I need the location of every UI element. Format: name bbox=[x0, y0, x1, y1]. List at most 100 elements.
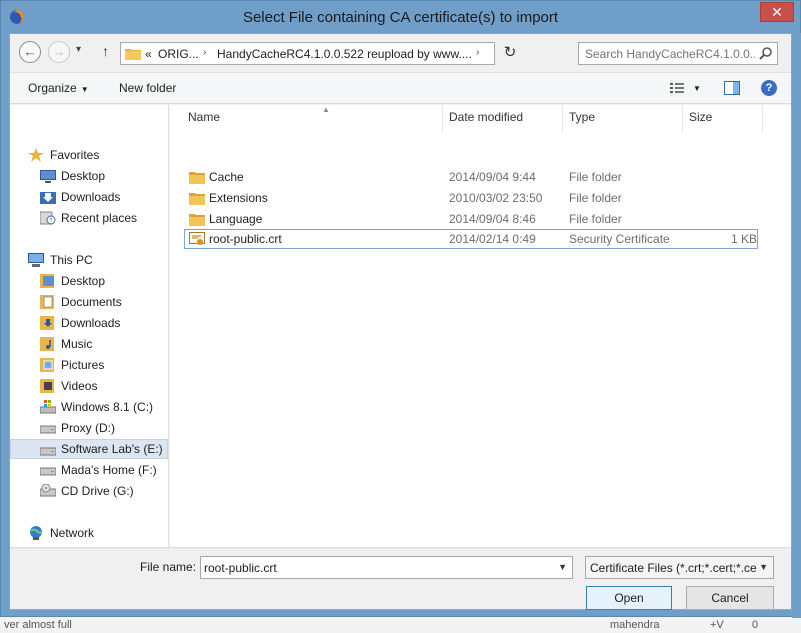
file-name: Language bbox=[209, 212, 263, 226]
close-button[interactable]: ✕ bbox=[760, 2, 794, 22]
sidebar-item-videos[interactable]: Videos bbox=[10, 376, 168, 396]
help-icon[interactable]: ? bbox=[761, 80, 777, 96]
recent-locations-dropdown[interactable]: ▾ bbox=[76, 44, 81, 55]
file-row-extensions[interactable]: Extensions 2010/03/02 23:50 File folder bbox=[184, 188, 758, 208]
certificate-icon bbox=[189, 232, 205, 245]
sidebar-item-drive-g[interactable]: CD Drive (G:) bbox=[10, 481, 168, 501]
filename-input[interactable] bbox=[204, 560, 544, 576]
open-button[interactable]: Open bbox=[586, 586, 672, 610]
sidebar-item-label: This PC bbox=[50, 253, 93, 267]
computer-icon bbox=[28, 253, 44, 267]
window-border bbox=[792, 33, 801, 618]
music-icon bbox=[40, 337, 54, 351]
sidebar-item-pc-downloads[interactable]: Downloads bbox=[10, 313, 168, 333]
folder-icon bbox=[189, 172, 205, 184]
refresh-button[interactable]: ↻ bbox=[499, 43, 521, 65]
column-header-label: Type bbox=[569, 110, 596, 124]
column-header-date[interactable]: Date modified bbox=[443, 105, 563, 131]
command-toolbar: Organize ▼ New folder ▼ ? bbox=[10, 72, 791, 104]
column-header-label: Date modified bbox=[449, 110, 524, 124]
sidebar-item-label: Documents bbox=[61, 295, 122, 309]
file-type: Security Certificate bbox=[569, 232, 670, 246]
address-bar[interactable]: « ORIG... › HandyCacheRC4.1.0.0.522 reup… bbox=[120, 42, 495, 65]
file-row-cache[interactable]: Cache 2014/09/04 9:44 File folder bbox=[184, 167, 758, 187]
sidebar-item-drive-d[interactable]: Proxy (D:) bbox=[10, 418, 168, 438]
file-row-language[interactable]: Language 2014/09/04 8:46 File folder bbox=[184, 209, 758, 229]
star-icon bbox=[28, 148, 44, 162]
sidebar-item-network[interactable]: Network bbox=[10, 523, 168, 543]
folder-icon bbox=[125, 49, 141, 60]
downloads-icon bbox=[40, 192, 56, 204]
breadcrumb-overflow[interactable]: « bbox=[145, 47, 152, 61]
search-box[interactable] bbox=[578, 42, 778, 65]
sidebar-item-label: Desktop bbox=[61, 274, 106, 288]
view-options-chevron-icon[interactable]: ▼ bbox=[693, 84, 701, 93]
sidebar-item-pc-desktop[interactable]: Desktop bbox=[10, 271, 168, 291]
column-header-size[interactable]: Size bbox=[683, 105, 763, 131]
sidebar-item-desktop[interactable]: Desktop bbox=[10, 166, 168, 186]
chevron-down-icon[interactable]: ▼ bbox=[757, 562, 768, 572]
title-bar[interactable]: Select File containing CA certificate(s)… bbox=[1, 1, 800, 33]
preview-pane-icon[interactable] bbox=[724, 81, 740, 95]
column-header-type[interactable]: Type bbox=[563, 105, 683, 131]
desktop-icon bbox=[40, 170, 56, 183]
file-name: root-public.crt bbox=[209, 232, 282, 246]
system-drive-icon bbox=[40, 400, 56, 414]
file-type: File folder bbox=[569, 212, 622, 226]
breadcrumb-separator[interactable]: › bbox=[476, 47, 479, 58]
filename-label: File name: bbox=[140, 560, 197, 574]
chevron-down-icon[interactable]: ▼ bbox=[558, 562, 567, 572]
file-size: 1 KB bbox=[731, 232, 758, 246]
cancel-button[interactable]: Cancel bbox=[686, 586, 774, 610]
sidebar-item-pictures[interactable]: Pictures bbox=[10, 355, 168, 375]
background-user-text: mahendra bbox=[610, 619, 660, 631]
videos-icon bbox=[40, 379, 54, 393]
sidebar-item-drive-f[interactable]: Mada's Home (F:) bbox=[10, 460, 168, 480]
sidebar-item-drive-e[interactable]: Software Lab's (E:) bbox=[10, 439, 168, 459]
sidebar-item-label: Windows 8.1 (C:) bbox=[61, 400, 154, 414]
navigation-bar: ← → ▾ ↑ « ORIG... › HandyCacheRC4.1.0.0.… bbox=[10, 34, 791, 72]
filename-combobox[interactable]: ▼ bbox=[200, 556, 573, 579]
sidebar-item-music[interactable]: Music bbox=[10, 334, 168, 354]
sidebar-item-label: Pictures bbox=[61, 358, 105, 372]
filetype-select[interactable]: Certificate Files (*.crt;*.cert;*.ce ▼ bbox=[585, 556, 774, 579]
filetype-value: Certificate Files (*.crt;*.cert;*.ce bbox=[590, 561, 757, 575]
forward-button[interactable]: → bbox=[48, 41, 70, 63]
search-icon[interactable] bbox=[759, 46, 773, 60]
drive-icon bbox=[40, 467, 56, 476]
sidebar-item-documents[interactable]: Documents bbox=[10, 292, 168, 312]
drive-icon bbox=[40, 447, 56, 456]
sidebar-item-downloads[interactable]: Downloads bbox=[10, 187, 168, 207]
organize-button[interactable]: Organize ▼ bbox=[28, 81, 89, 95]
folder-icon bbox=[189, 214, 205, 226]
sidebar-item-this-pc[interactable]: This PC bbox=[10, 250, 168, 270]
file-date: 2010/03/02 23:50 bbox=[449, 191, 543, 205]
change-view-icon[interactable] bbox=[669, 81, 685, 95]
breadcrumb-separator[interactable]: › bbox=[203, 47, 206, 58]
window-title: Select File containing CA certificate(s)… bbox=[242, 9, 559, 26]
sidebar-item-label: Desktop bbox=[61, 169, 106, 183]
sidebar-item-favorites[interactable]: Favorites bbox=[10, 145, 168, 165]
sidebar-item-drive-c[interactable]: Windows 8.1 (C:) bbox=[10, 397, 168, 417]
sidebar-item-label: Proxy (D:) bbox=[61, 421, 115, 435]
cd-drive-icon bbox=[40, 484, 56, 497]
file-name: Cache bbox=[209, 170, 244, 184]
sidebar-item-recent-places[interactable]: Recent places bbox=[10, 208, 168, 228]
up-button[interactable]: ↑ bbox=[102, 43, 109, 59]
downloads-folder-icon bbox=[40, 316, 54, 330]
column-header-label: Size bbox=[689, 110, 713, 124]
sidebar-item-label: Videos bbox=[61, 379, 98, 393]
back-button[interactable]: ← bbox=[19, 41, 41, 63]
pictures-icon bbox=[40, 358, 54, 372]
sidebar-item-label: Recent places bbox=[61, 211, 138, 225]
column-header-name[interactable]: Name ▲ bbox=[182, 105, 443, 131]
file-date: 2014/02/14 0:49 bbox=[449, 232, 536, 246]
breadcrumb-item[interactable]: ORIG... bbox=[158, 47, 199, 61]
file-row-root-public-crt[interactable]: root-public.crt 2014/02/14 0:49 Security… bbox=[184, 229, 758, 249]
search-input[interactable] bbox=[585, 46, 755, 62]
sidebar-item-label: CD Drive (G:) bbox=[61, 484, 134, 498]
file-dialog-window: Select File containing CA certificate(s)… bbox=[0, 0, 801, 618]
new-folder-button[interactable]: New folder bbox=[119, 81, 176, 95]
breadcrumb-item[interactable]: HandyCacheRC4.1.0.0.522 reupload by www.… bbox=[217, 47, 472, 61]
background-text: ver almost full bbox=[4, 619, 72, 631]
